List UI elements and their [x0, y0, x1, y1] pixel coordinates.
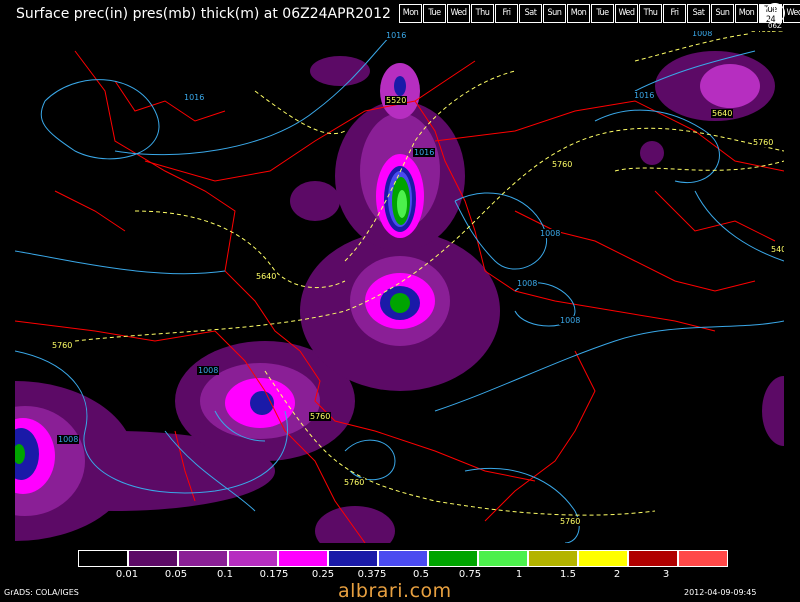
- day-button[interactable]: Mon: [735, 4, 758, 23]
- day-button[interactable]: Sat: [519, 4, 542, 23]
- pressure-label: 1016: [633, 91, 656, 100]
- legend-label: 0.5: [413, 569, 429, 580]
- day-button[interactable]: Fri: [663, 4, 686, 23]
- map-canvas: [15, 31, 784, 543]
- day-button[interactable]: Sun: [711, 4, 734, 23]
- thickness-label: 5520: [385, 96, 408, 105]
- legend-swatch: [678, 550, 728, 567]
- thickness-label: 5640: [711, 109, 734, 118]
- thickness-label: 5640: [255, 272, 278, 281]
- day-button[interactable]: Mon: [567, 4, 590, 23]
- thickness-label: 5760: [559, 517, 582, 526]
- footer-timestamp: 2012-04-09-09:45: [684, 588, 757, 597]
- pressure-label: 1008: [197, 366, 220, 375]
- legend-swatch: [78, 550, 128, 567]
- legend-label: 3: [662, 569, 670, 580]
- pressure-label: 1008: [559, 316, 582, 325]
- legend-label: 0.05: [164, 569, 188, 580]
- legend-swatch: [628, 550, 678, 567]
- legend-swatch: [578, 550, 628, 567]
- watermark: albrari.com: [338, 580, 452, 602]
- legend-swatch: [128, 550, 178, 567]
- legend-label: 1: [515, 569, 523, 580]
- clock-icon[interactable]: [765, 3, 785, 23]
- legend-label: 0.1: [217, 569, 233, 580]
- pressure-label: 1008: [516, 279, 539, 288]
- day-button[interactable]: Sat: [687, 4, 710, 23]
- day-button[interactable]: Wed: [783, 4, 800, 23]
- thickness-label: 5760: [752, 138, 775, 147]
- legend-label: 0.25: [311, 569, 335, 580]
- legend-label: 0.375: [357, 569, 387, 580]
- day-button[interactable]: Thu: [639, 4, 662, 23]
- legend-label: 0.01: [115, 569, 139, 580]
- pressure-label: 1008: [57, 435, 80, 444]
- clock-label: 06Z: [768, 22, 782, 30]
- legend-swatch: [228, 550, 278, 567]
- map-title: Surface prec(in) pres(mb) thick(m) at 06…: [16, 6, 391, 22]
- day-selector: Mon Tue Wed Thu Fri Sat Sun Mon Tue Wed …: [398, 4, 800, 23]
- legend-swatch: [278, 550, 328, 567]
- legend-label: 2: [613, 569, 621, 580]
- day-button[interactable]: Tue: [591, 4, 614, 23]
- day-button[interactable]: Fri: [495, 4, 518, 23]
- thickness-label: 5760: [309, 412, 332, 421]
- thickness-label: 5400: [750, 31, 773, 34]
- precipitation-layer: [15, 51, 784, 543]
- footer-credit: GrADS: COLA/IGES: [4, 588, 79, 597]
- legend-swatch: [328, 550, 378, 567]
- color-legend: [78, 550, 728, 567]
- legend-swatch: [178, 550, 228, 567]
- weather-map: 1016 1016 1016 1016 1008 1008 1008 1008 …: [15, 31, 784, 543]
- thickness-label: 5400: [770, 245, 784, 254]
- day-button[interactable]: Tue: [423, 4, 446, 23]
- thickness-label: 5760: [343, 478, 366, 487]
- day-button[interactable]: Thu: [471, 4, 494, 23]
- legend-label: 1.5: [560, 569, 576, 580]
- pressure-label: 1016: [183, 93, 206, 102]
- day-button[interactable]: Sun: [543, 4, 566, 23]
- day-button[interactable]: Wed: [447, 4, 470, 23]
- legend-label: 0.75: [458, 569, 482, 580]
- legend-swatch: [378, 550, 428, 567]
- thickness-label: 5760: [51, 341, 74, 350]
- pressure-label: 1016: [385, 31, 408, 40]
- day-button[interactable]: Wed: [615, 4, 638, 23]
- legend-swatch: [478, 550, 528, 567]
- pressure-label: 1008: [691, 31, 714, 38]
- pressure-label: 1016: [413, 148, 436, 157]
- pressure-label: 1008: [539, 229, 562, 238]
- legend-label: 0.175: [259, 569, 289, 580]
- legend-swatch: [528, 550, 578, 567]
- legend-swatch: [428, 550, 478, 567]
- day-button[interactable]: Mon: [399, 4, 422, 23]
- thickness-label: 5760: [551, 160, 574, 169]
